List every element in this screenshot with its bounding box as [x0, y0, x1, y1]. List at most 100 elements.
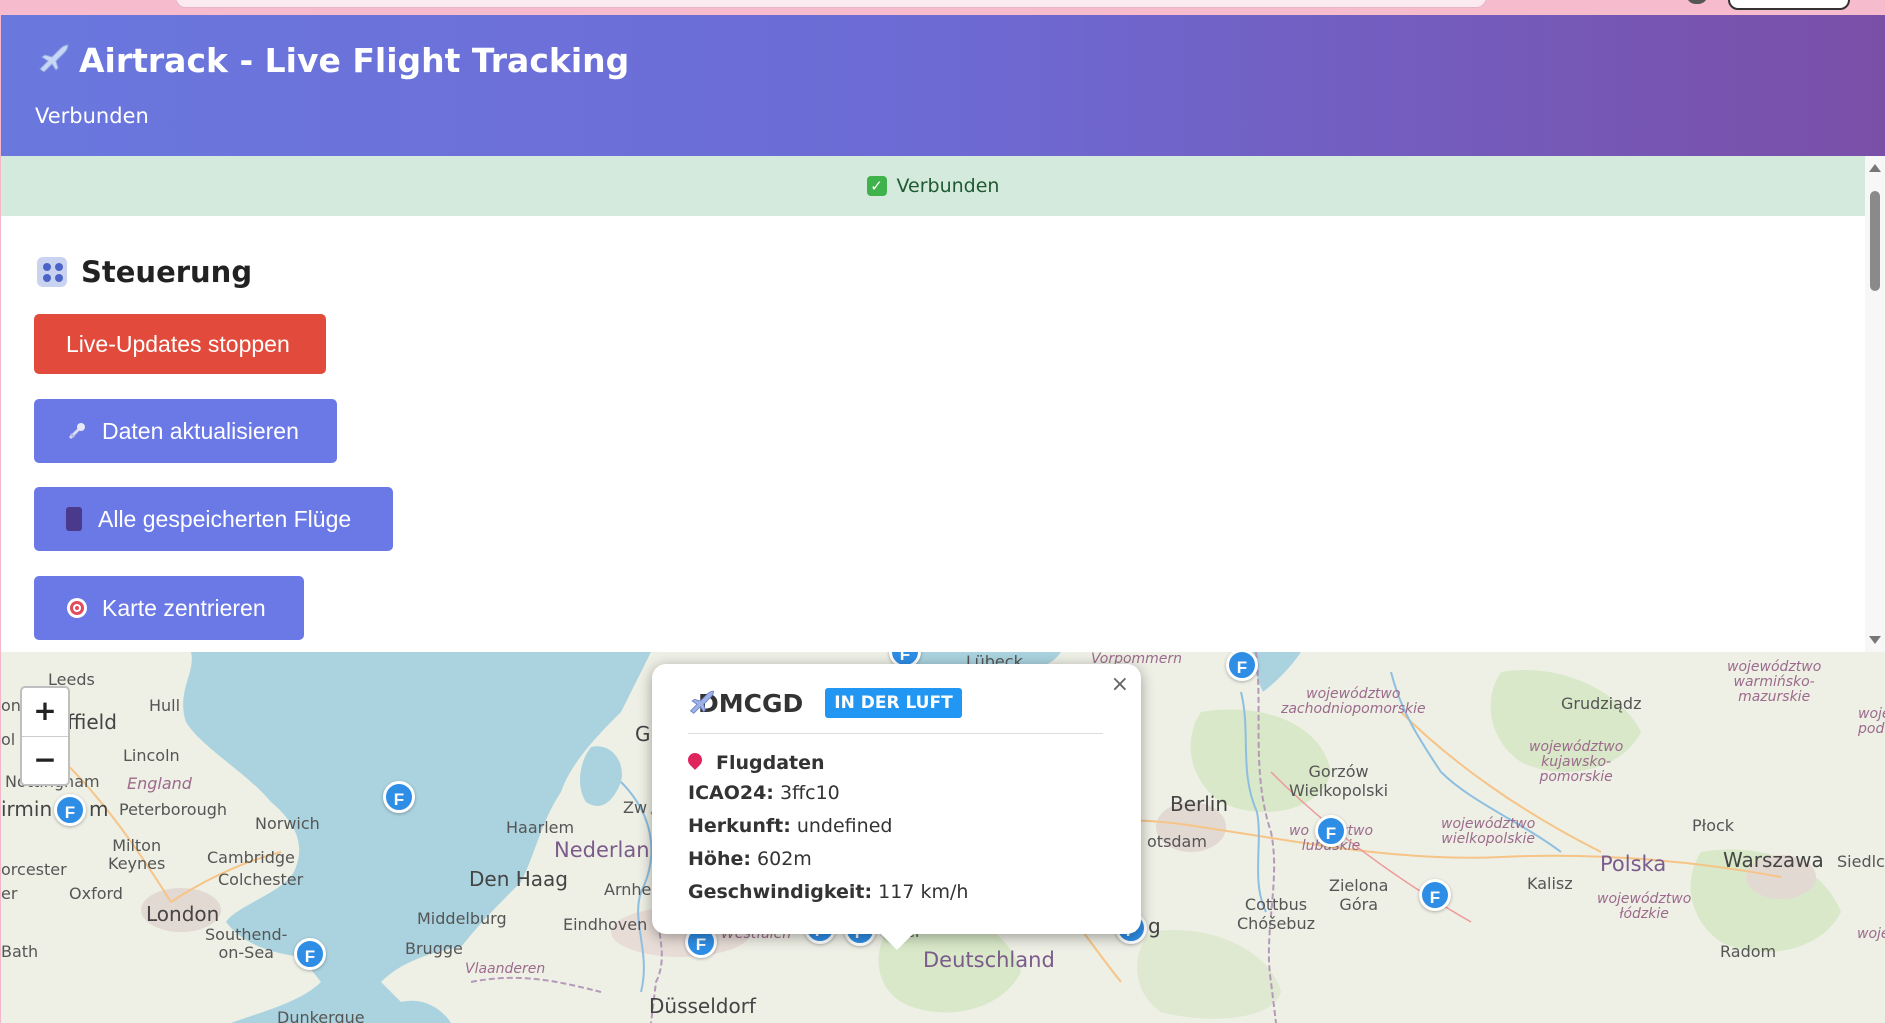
map-label-warszawa: Warszawa	[1723, 848, 1824, 872]
control-panel: ✓ Verbunden Steuerung Live-Updates stopp…	[1, 156, 1865, 652]
control-knobs-icon	[37, 257, 67, 287]
address-bar[interactable]	[175, 0, 1487, 8]
browser-action-button[interactable]	[1728, 0, 1850, 10]
map-label-potsdam: otsdam	[1147, 832, 1207, 851]
map-label-southend: Southend- on-Sea	[205, 925, 288, 962]
map-label-birmingham-end: m	[89, 797, 109, 821]
flight-marker[interactable]: F	[1419, 879, 1451, 911]
scrollbar-thumb[interactable]	[1870, 191, 1880, 291]
flight-popup: × DMCGD IN DER LUFT Flugdaten ICAO24: 3f…	[652, 664, 1141, 950]
map-label-worcester: orcester	[1, 860, 67, 879]
connection-status-text: Verbunden	[896, 175, 1000, 197]
map-label-norwich: Norwich	[255, 814, 320, 833]
map-label-zwolle: Zw	[623, 798, 648, 817]
map-label-gorzow: Gorzów Wielkopolski	[1289, 762, 1389, 800]
zoom-in-button[interactable]: +	[22, 688, 68, 737]
map-label-middelburg: Middelburg	[417, 909, 507, 928]
map-label-deutschland: Deutschland	[923, 948, 1055, 972]
popup-close-button[interactable]: ×	[1111, 672, 1129, 697]
center-map-label: Karte zentrieren	[102, 594, 266, 621]
map-label-berlin: Berlin	[1170, 792, 1229, 816]
controls-heading-text: Steuerung	[81, 255, 253, 289]
connection-subtitle: Verbunden	[35, 104, 149, 128]
flight-status-badge: IN DER LUFT	[825, 688, 962, 718]
check-icon: ✓	[866, 176, 887, 196]
map-label-dunkerque: Dunkerque	[277, 1008, 365, 1023]
app-header: Airtrack - Live Flight Tracking Verbunde…	[1, 15, 1885, 156]
map-label-england: England	[127, 774, 192, 793]
map-label-milton-keynes: Milton Keynes	[108, 836, 166, 873]
connection-status-bar: ✓ Verbunden	[1, 156, 1865, 216]
map-label-cambridge: Cambridge	[207, 848, 295, 867]
pin-icon	[685, 750, 705, 770]
field-origin: Herkunft: undefined	[688, 815, 892, 837]
field-value: 602m	[757, 848, 812, 870]
zoom-out-button[interactable]: −	[22, 737, 68, 785]
map-label-bath: Bath	[1, 942, 39, 961]
scroll-up-arrow-icon[interactable]	[1869, 164, 1881, 172]
app-window: Airtrack - Live Flight Tracking Verbunde…	[1, 15, 1885, 1023]
map-label-dusseldorf: Düsseldorf	[649, 994, 756, 1018]
map-label-kalisz: Kalisz	[1527, 874, 1573, 893]
map-label-zachodniopomorskie: województwo zachodniopomorskie	[1281, 686, 1426, 717]
map-label-woj-right: woje pod	[1858, 706, 1885, 737]
map-label-zielona-gora: Zielona Góra	[1329, 876, 1389, 914]
map-label-nederland: Nederlan	[554, 838, 650, 862]
field-value: 117 km/h	[878, 881, 969, 903]
profile-avatar[interactable]	[1686, 0, 1708, 4]
map-label-eindhoven: Eindhoven	[563, 915, 648, 934]
refresh-data-button[interactable]: Daten aktualisieren	[34, 399, 337, 463]
stop-live-updates-button[interactable]: Live-Updates stoppen	[34, 314, 326, 374]
target-icon	[66, 597, 88, 619]
map-label-leipzig-end: g	[1148, 914, 1161, 938]
map-label-den-haag: Den Haag	[469, 867, 568, 891]
field-label: Herkunft:	[688, 815, 791, 837]
flight-marker[interactable]: F	[54, 794, 86, 826]
panel-scrollbar[interactable]	[1865, 156, 1885, 652]
field-value: 3ffc10	[779, 782, 840, 804]
field-label: Geschwindigkeit:	[688, 881, 873, 903]
airplane-icon	[37, 41, 71, 80]
map-label-on: on	[1, 696, 21, 715]
map-label-warminsko: województwo warmińsko- mazurskie	[1727, 659, 1822, 705]
all-saved-flights-button[interactable]: Alle gespeicherten Flüge	[34, 487, 393, 551]
browser-top-strip	[0, 0, 1885, 16]
map-label-er: er	[1, 884, 18, 903]
map-label-lincoln: Lincoln	[123, 746, 180, 765]
map-label-radom: Radom	[1720, 942, 1777, 961]
flight-marker[interactable]: F	[1315, 815, 1347, 847]
map-label-siedlce: Siedlce	[1837, 852, 1885, 871]
scroll-down-arrow-icon[interactable]	[1869, 636, 1881, 644]
map-label-lodzkie: województwo łódzkie	[1597, 891, 1692, 922]
app-title: Airtrack - Live Flight Tracking	[37, 41, 629, 80]
refresh-data-label: Daten aktualisieren	[102, 417, 299, 444]
map-label-london: London	[146, 902, 220, 926]
satellite-icon	[66, 420, 88, 442]
map-label-grudziadz: Grudziądz	[1561, 694, 1642, 713]
map-label-g: G	[635, 722, 651, 746]
flight-data-heading-text: Flugdaten	[716, 752, 825, 774]
flight-marker[interactable]: F	[294, 938, 326, 970]
map-label-wielkopolskie: województwo wielkopolskie	[1441, 816, 1536, 847]
map-label-oxford: Oxford	[69, 884, 123, 903]
map-label-sheffield: ffield	[67, 710, 117, 734]
map-label-cottbus: Cottbus Chóšebuz	[1237, 895, 1315, 933]
stop-live-updates-label: Live-Updates stoppen	[66, 330, 290, 357]
zoom-control: + −	[20, 686, 70, 786]
map-label-vlaanderen: Vlaanderen	[465, 961, 546, 977]
controls-heading: Steuerung	[37, 255, 252, 289]
field-value: undefined	[796, 815, 893, 837]
map-label-plock: Płock	[1692, 816, 1735, 835]
field-icao24: ICAO24: 3ffc10	[688, 782, 840, 804]
map-label-hull: Hull	[149, 696, 181, 715]
field-speed: Geschwindigkeit: 117 km/h	[688, 881, 968, 903]
cabinet-icon	[66, 507, 82, 531]
field-altitude: Höhe: 602m	[688, 848, 812, 870]
popup-header: DMCGD IN DER LUFT	[688, 688, 962, 718]
flight-marker[interactable]: F	[383, 781, 415, 813]
center-map-button[interactable]: Karte zentrieren	[34, 576, 304, 640]
flight-map[interactable]: Leeds Hull ffield on ol Lincoln Nottingh…	[1, 652, 1885, 1023]
map-label-colchester: Colchester	[218, 870, 304, 889]
map-label-kujawsko: województwo kujawsko- pomorskie	[1529, 739, 1624, 785]
map-label-woj-right2: woje	[1857, 926, 1885, 942]
